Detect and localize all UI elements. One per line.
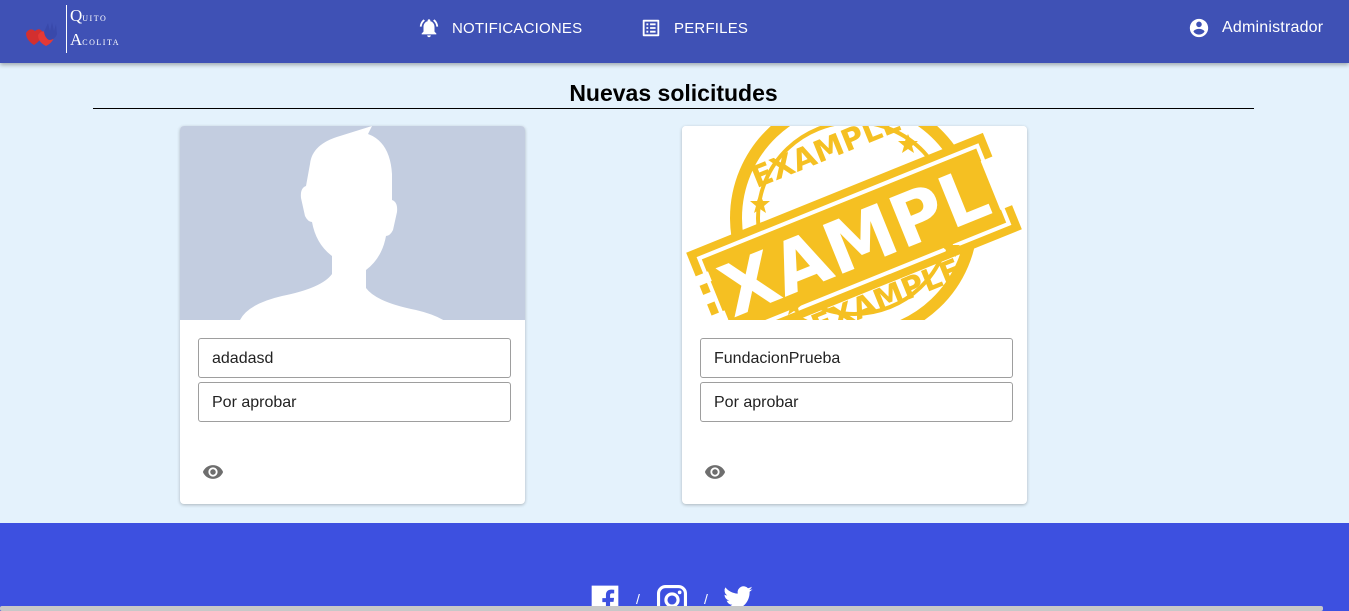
- hands-logo-icon: [26, 22, 57, 46]
- footer: / /: [0, 523, 1349, 611]
- nav-notificaciones-label: NOTIFICACIONES: [452, 19, 583, 37]
- logo-line-2: ACOLITA: [70, 30, 120, 49]
- top-app-bar: QUITO ACOLITA NOTIFICACIONES PERFILES Ad…: [0, 0, 1349, 63]
- status-field: Por aprobar: [198, 382, 511, 422]
- notifications-active-icon: [419, 19, 439, 38]
- account-circle-icon: [1189, 18, 1209, 38]
- name-field: adadasd: [198, 338, 511, 378]
- name-field: FundacionPrueba: [700, 338, 1013, 378]
- request-card: adadasd Por aprobar: [180, 126, 525, 504]
- nav-perfiles-label: PERFILES: [674, 19, 749, 37]
- status-field: Por aprobar: [700, 382, 1013, 422]
- nav-perfiles[interactable]: PERFILES: [640, 14, 748, 42]
- quito-acolita-logo[interactable]: QUITO ACOLITA: [22, 5, 132, 55]
- example-stamp-image: EXAMPLE EXAMPLE EXAMPLE: [682, 126, 1027, 320]
- eye-icon[interactable]: [701, 461, 729, 483]
- logo-divider: [66, 5, 67, 53]
- page-title: Nuevas solicitudes: [93, 79, 1254, 109]
- logo-line-1: QUITO: [70, 6, 108, 25]
- footer-separator: /: [636, 591, 640, 607]
- nav-notificaciones[interactable]: NOTIFICACIONES: [418, 14, 582, 42]
- request-card: EXAMPLE EXAMPLE EXAMPLE FundacionPrueba …: [682, 126, 1027, 504]
- list-alt-icon: [642, 19, 660, 37]
- horizontal-scrollbar[interactable]: [0, 606, 1323, 611]
- profile-silhouette-image: [180, 126, 525, 320]
- footer-separator: /: [704, 591, 708, 607]
- nav-user-label: Administrador: [1222, 19, 1324, 36]
- eye-icon[interactable]: [199, 461, 227, 483]
- nav-user-menu[interactable]: Administrador: [1188, 14, 1323, 42]
